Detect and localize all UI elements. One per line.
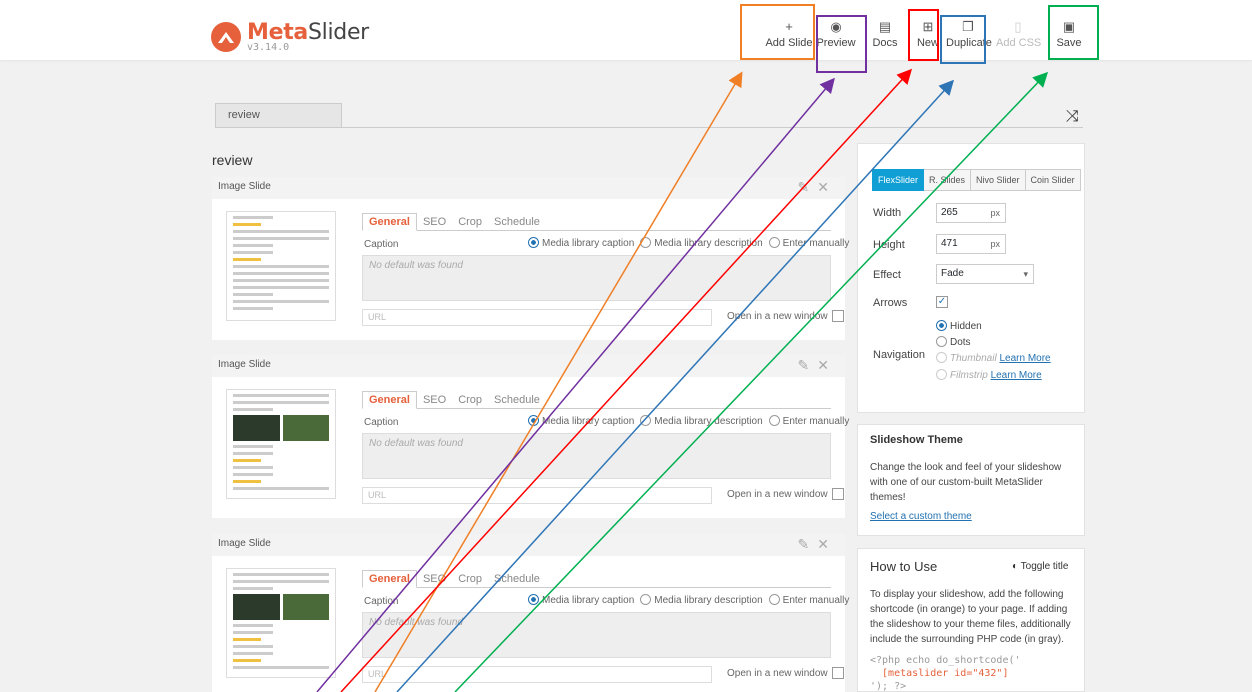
arrow-save	[454, 71, 1049, 692]
arrow-new	[340, 68, 913, 692]
annotation-arrows	[316, 68, 1049, 692]
arrow-add-slide	[374, 71, 743, 692]
arrow-duplicate	[396, 79, 955, 692]
arrow-preview	[316, 77, 835, 692]
